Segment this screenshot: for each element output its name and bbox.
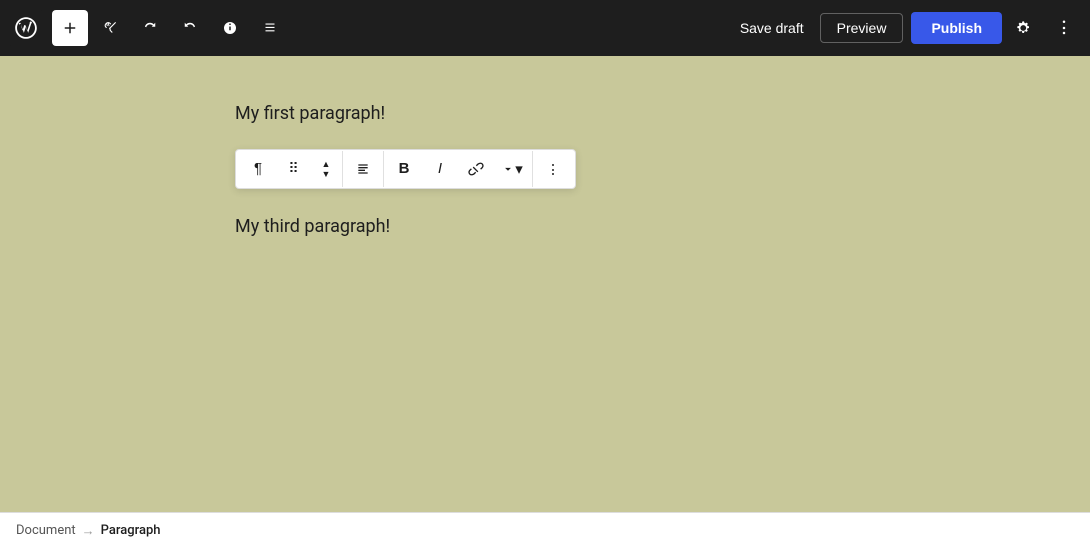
format-group: B I ▾ (384, 151, 533, 187)
more-options-button[interactable] (1046, 10, 1082, 46)
publish-button[interactable]: Publish (911, 12, 1002, 44)
paragraph-1[interactable]: My first paragraph! (235, 96, 855, 133)
italic-button[interactable]: I (422, 151, 458, 187)
tools-button[interactable] (92, 10, 128, 46)
editor-content: My first paragraph! ¶ ⠿ ▲ ▼ (235, 96, 855, 246)
bold-button[interactable]: B (386, 151, 422, 187)
preview-button[interactable]: Preview (820, 13, 904, 43)
settings-button[interactable] (1006, 10, 1042, 46)
editor-area: My first paragraph! ¶ ⠿ ▲ ▼ (0, 56, 1090, 512)
paragraph-3[interactable]: My third paragraph! (235, 209, 855, 246)
add-block-button[interactable] (52, 10, 88, 46)
move-up-down-button[interactable]: ▲ ▼ (312, 151, 340, 187)
block-type-group: ¶ ⠿ ▲ ▼ (238, 151, 343, 187)
align-button[interactable] (345, 151, 381, 187)
paragraph-icon-button[interactable]: ¶ (240, 151, 276, 187)
options-group (533, 151, 573, 187)
details-button[interactable] (212, 10, 248, 46)
save-draft-button[interactable]: Save draft (728, 14, 816, 42)
link-button[interactable] (458, 151, 494, 187)
redo-button[interactable] (172, 10, 208, 46)
block-toolbar: ¶ ⠿ ▲ ▼ B I (235, 149, 576, 189)
wp-logo[interactable] (8, 10, 44, 46)
list-view-button[interactable] (252, 10, 288, 46)
align-group (343, 151, 384, 187)
more-format-button[interactable]: ▾ (494, 151, 530, 187)
drag-handle-button[interactable]: ⠿ (276, 151, 312, 187)
block-options-button[interactable] (535, 151, 571, 187)
breadcrumb-arrow: → (82, 523, 95, 539)
breadcrumb-document[interactable]: Document (16, 523, 76, 538)
top-toolbar: Save draft Preview Publish (0, 0, 1090, 56)
undo-button[interactable] (132, 10, 168, 46)
breadcrumb-paragraph[interactable]: Paragraph (101, 523, 161, 538)
status-bar: Document → Paragraph (0, 512, 1090, 548)
